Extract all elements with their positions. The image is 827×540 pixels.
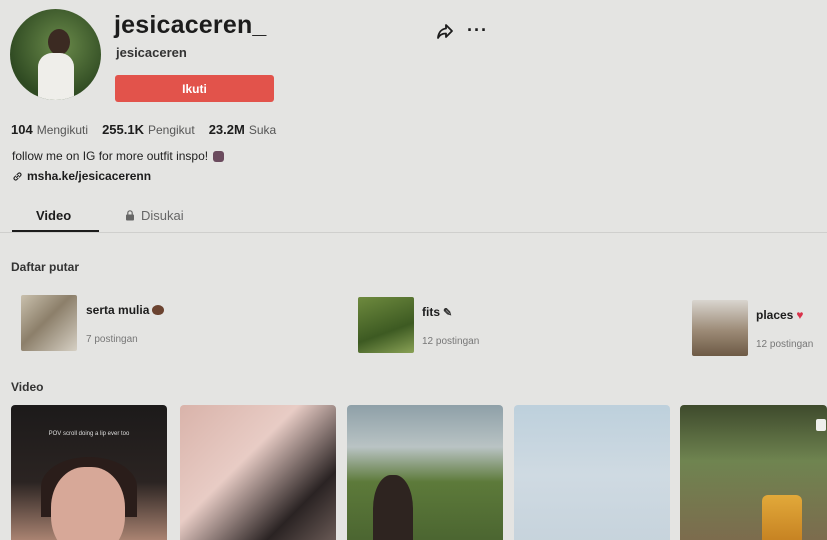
playlist-thumbnail[interactable] [358,297,414,353]
brown-emoji-icon [152,305,165,315]
playlist-title-text: fits [422,305,440,319]
likes-label: Suka [248,123,277,137]
playlist-post-count: 12 postingan [422,336,480,347]
link-icon [13,171,22,181]
video-thumbnail[interactable] [180,405,336,540]
bio-text: follow me on IG for more outfit inspo! [12,149,209,163]
video-thumbnail[interactable] [347,405,503,540]
more-options-icon[interactable]: ··· [467,20,488,41]
tab-liked-label: Disukai [141,208,184,223]
profile-username: jesicaceren_ [114,11,267,39]
stat-following[interactable]: 104 Mengikuti [11,121,88,139]
followers-count: 255.1K [102,122,144,137]
playlist-thumbnail[interactable] [21,295,77,351]
thumbnail-face-shape [51,467,125,540]
profile-stats: 104 Mengikuti 255.1K Pengikut 23.2M Suka [11,121,276,139]
pen-emoji-icon: ✎ [443,306,453,319]
stat-followers[interactable]: 255.1K Pengikut [102,121,195,139]
tabs-divider [0,232,827,233]
playlist-title-text: serta mulia [86,303,150,317]
profile-link[interactable]: msha.ke/jesicacerenn [12,169,151,183]
playlist-title[interactable]: fits ✎ [422,305,452,319]
share-icon[interactable] [436,22,454,40]
profile-nickname: jesicaceren [116,45,187,60]
followers-label: Pengikut [147,123,195,137]
bio-emoji-icon [213,150,225,162]
avatar-body-shape [38,53,74,100]
follow-button[interactable]: Ikuti [115,75,274,102]
link-text: msha.ke/jesicacerenn [27,169,152,183]
following-label: Mengikuti [36,123,89,137]
heart-emoji-icon: ♥ [796,308,804,322]
profile-bio: follow me on IG for more outfit inspo! [12,149,225,163]
avatar-head-shape [48,29,70,55]
thumbnail-sash-shape [762,495,802,540]
following-count: 104 [11,122,33,137]
playlist-title-text: places [756,308,794,322]
lock-icon [126,210,134,221]
playlist-post-count: 7 postingan [86,334,138,345]
pin-icon [816,419,826,431]
playlist-title[interactable]: serta mulia [86,303,165,317]
profile-avatar[interactable] [10,9,101,100]
video-caption: POV scroll doing a lip ever too [48,431,130,437]
video-thumbnail[interactable] [680,405,827,540]
video-thumbnail[interactable]: POV scroll doing a lip ever too [11,405,167,540]
thumbnail-person-shape [373,475,413,540]
playlists-heading: Daftar putar [11,260,80,274]
playlist-title[interactable]: places ♥ [756,308,803,322]
playlist-thumbnail[interactable] [692,300,748,356]
videos-heading: Video [11,380,44,394]
playlist-post-count: 12 postingan [756,339,814,350]
tab-liked[interactable]: Disukai [125,208,184,223]
video-thumbnail[interactable] [514,405,670,540]
tab-video[interactable]: Video [36,208,71,223]
stat-likes: 23.2M Suka [209,121,277,139]
likes-count: 23.2M [208,122,245,137]
